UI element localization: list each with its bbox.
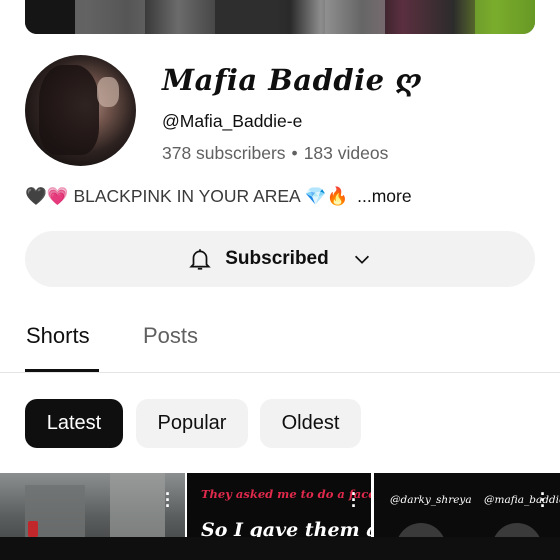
avatar-hair xyxy=(39,65,99,155)
filter-chip-popular[interactable]: Popular xyxy=(136,399,248,448)
fire-icon: 🔥 xyxy=(326,187,349,207)
stats-separator: • xyxy=(291,143,298,163)
tab-shorts[interactable]: Shorts xyxy=(26,323,90,349)
bell-icon xyxy=(189,249,212,270)
filter-chip-latest[interactable]: Latest xyxy=(25,399,123,448)
thumbnail-sign xyxy=(28,521,38,537)
more-options-icon[interactable]: · · · xyxy=(351,485,357,515)
channel-handle: @Mafia_Baddie-e xyxy=(162,111,303,131)
banner-tile xyxy=(475,0,535,34)
channel-stats: 378 subscribers • 183 videos xyxy=(162,143,388,164)
black-heart-icon: 🖤 xyxy=(25,187,47,207)
more-options-icon[interactable]: · · · xyxy=(540,485,546,515)
channel-name: 𝑴𝒂𝒇𝒊𝒂 𝑩𝒂𝒅𝒅𝒊𝒆 ღ xyxy=(162,63,423,97)
channel-banner[interactable] xyxy=(25,0,535,34)
description-more-link[interactable]: ...more xyxy=(357,186,411,206)
short-tag-right: @mafia_baddie xyxy=(484,494,560,506)
subscribed-button[interactable]: Subscribed xyxy=(25,231,535,287)
subscriber-count: 378 subscribers xyxy=(162,143,286,163)
pink-heart-icon: 💗 xyxy=(46,187,69,207)
subscribed-label: Subscribed xyxy=(225,248,329,269)
tab-posts[interactable]: Posts xyxy=(143,323,198,349)
video-count: 183 videos xyxy=(303,143,389,163)
avatar-hand xyxy=(97,77,119,107)
short-tag-left: @darky_shreya xyxy=(390,494,472,506)
more-options-icon[interactable]: · · · xyxy=(165,485,171,515)
banner-tile xyxy=(75,0,145,34)
bottom-bar xyxy=(0,537,560,560)
filter-chip-oldest[interactable]: Oldest xyxy=(260,399,361,448)
chevron-down-icon xyxy=(354,255,369,264)
channel-avatar[interactable] xyxy=(25,55,136,166)
description-text: BLACKPINK IN YOUR AREA xyxy=(73,186,300,206)
banner-tile xyxy=(25,0,75,34)
banner-tile xyxy=(325,0,385,34)
tabs-divider xyxy=(0,372,560,373)
channel-description[interactable]: 🖤💗 BLACKPINK IN YOUR AREA 💎🔥 ...more xyxy=(25,186,412,207)
gem-icon: 💎 xyxy=(304,187,327,207)
short-overlay-text: They asked me to do a face reveal xyxy=(201,487,371,501)
banner-tile xyxy=(215,0,275,34)
